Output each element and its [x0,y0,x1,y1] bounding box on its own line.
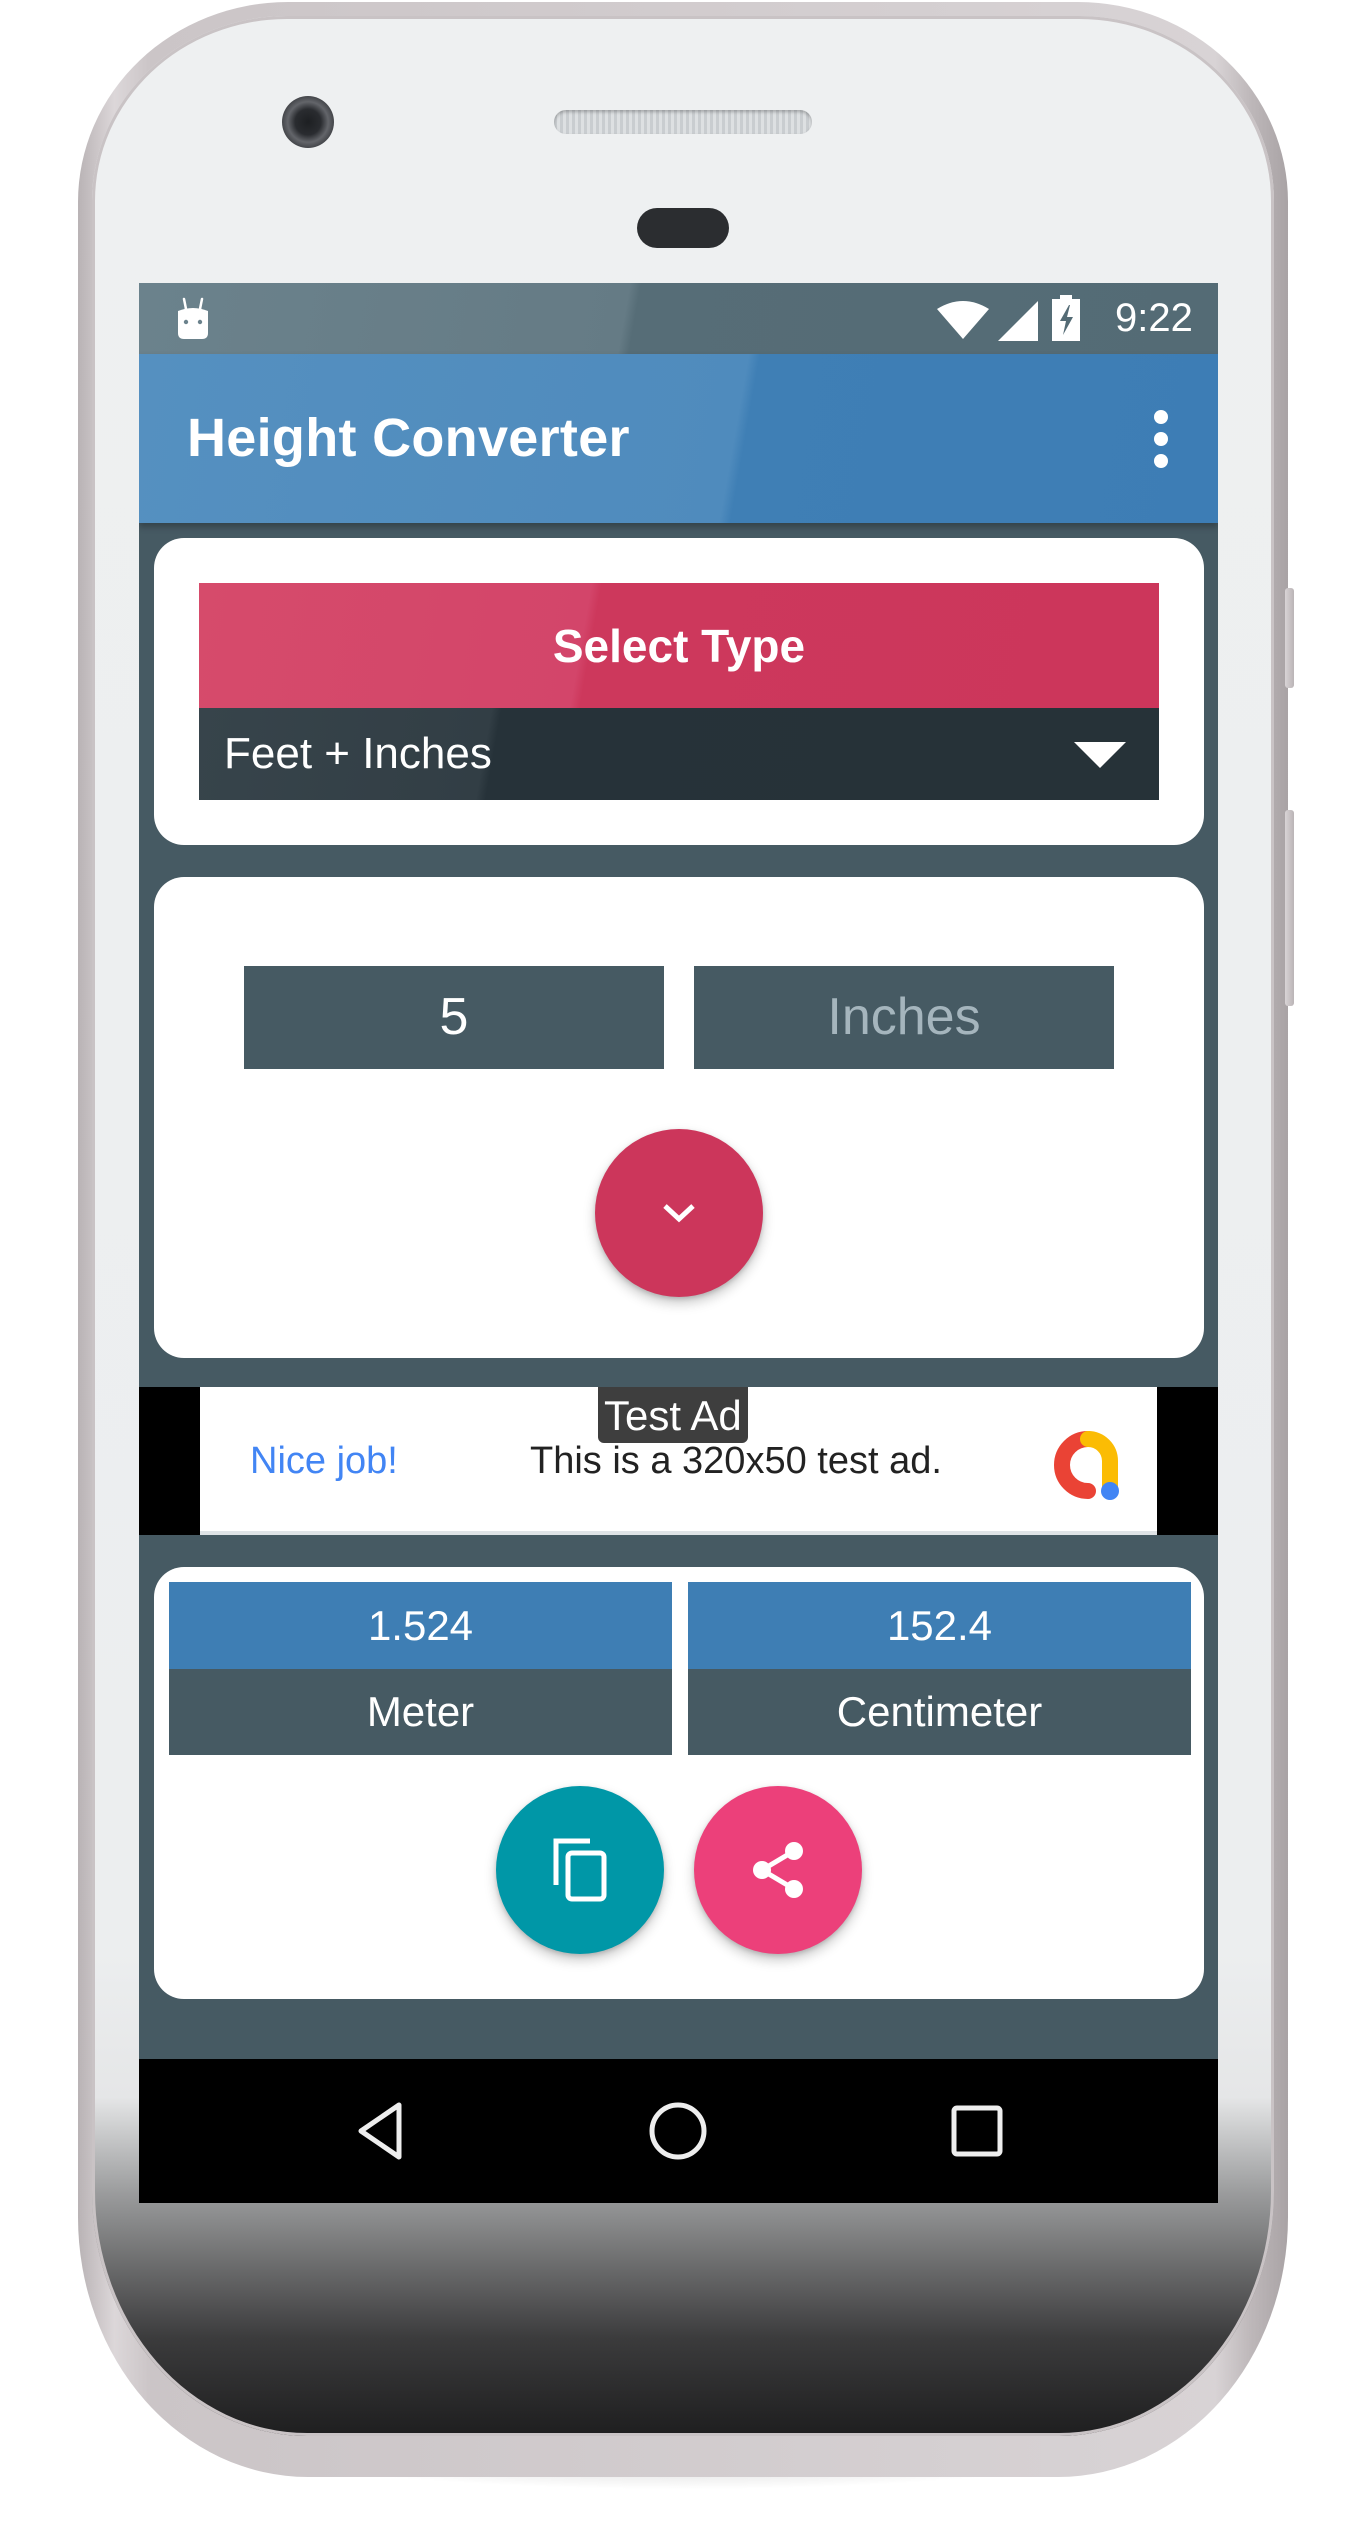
inches-input[interactable] [694,966,1114,1069]
input-card [154,877,1204,1358]
status-bar: 9:22 [139,283,1218,354]
result-unit: Meter [169,1669,672,1755]
wifi-icon [937,301,989,339]
status-time: 9:22 [1115,296,1193,340]
select-type-header: Select Type [199,583,1159,708]
screen: 9:22 Height Converter Select Type Feet +… [139,283,1218,2203]
ad-container: Nice job! This is a 320x50 test ad. Test… [139,1387,1218,1535]
result-meter: 1.524 Meter [169,1582,672,1755]
admob-logo-icon [1054,1431,1119,1500]
app-bar: Height Converter [139,354,1218,523]
result-unit: Centimeter [688,1669,1191,1755]
result-value: 152.4 [688,1582,1191,1669]
back-button[interactable] [309,2059,453,2203]
back-triangle-icon [358,2102,402,2160]
recents-square-icon [951,2105,1003,2157]
power-button [1285,588,1294,688]
ad-headline: Nice job! [250,1440,398,1482]
type-spinner[interactable]: Feet + Inches [199,708,1159,800]
earpiece-speaker [554,110,812,134]
android-robot-icon [178,297,208,339]
app-title: Height Converter [187,408,630,468]
proximity-sensor [637,208,729,248]
front-camera [282,96,334,148]
volume-button [1285,810,1294,1006]
result-centimeter: 152.4 Centimeter [688,1582,1191,1755]
results-card: 1.524 Meter 152.4 Centimeter [154,1567,1204,1999]
type-spinner-value: Feet + Inches [224,729,492,778]
content-copy-icon [553,1838,607,1902]
more-vert-icon[interactable] [1141,408,1181,470]
test-ad-label: Test Ad [598,1387,748,1443]
cellular-signal-icon [998,301,1038,341]
dropdown-arrow-icon [1074,742,1126,768]
share-icon [753,1842,803,1898]
chevron-down-icon [663,1204,695,1223]
battery-charging-icon [1052,295,1080,341]
feet-input[interactable] [244,966,664,1069]
share-button[interactable] [694,1786,862,1954]
convert-button[interactable] [595,1129,763,1297]
test-ad-banner[interactable]: Nice job! This is a 320x50 test ad. Test… [200,1387,1157,1535]
navigation-bar [139,2059,1218,2203]
copy-button[interactable] [496,1786,664,1954]
home-button[interactable] [606,2059,750,2203]
type-selector-card: Select Type Feet + Inches [154,538,1204,845]
home-circle-icon [649,2102,707,2160]
recents-button[interactable] [905,2059,1049,2203]
result-value: 1.524 [169,1582,672,1669]
